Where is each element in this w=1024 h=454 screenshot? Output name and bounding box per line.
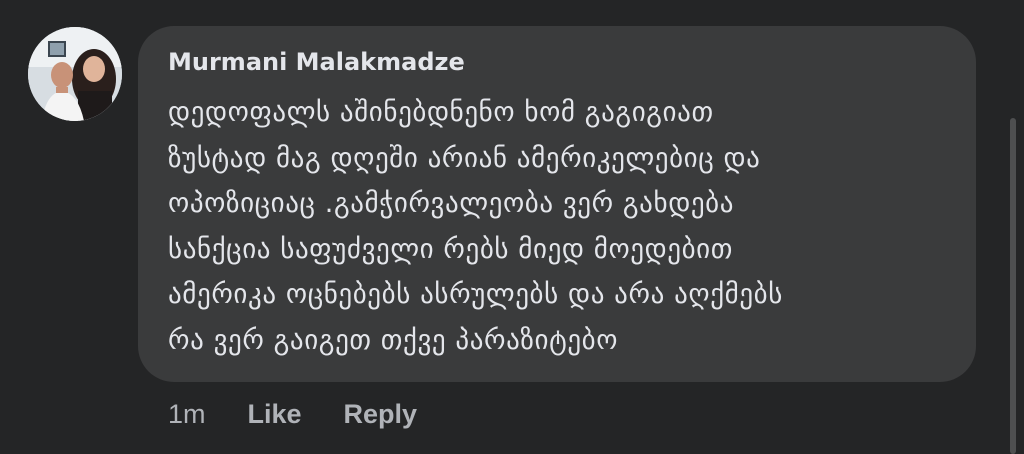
comment-actions: 1m Like Reply [168, 396, 459, 432]
comment-bubble: Murmani Malakmadze დედოფალს აშინებდნენო … [138, 26, 976, 382]
reply-button[interactable]: Reply [344, 399, 418, 430]
author-name[interactable]: Murmani Malakmadze [168, 46, 465, 78]
scrollbar[interactable] [1010, 118, 1016, 454]
avatar-photo [28, 27, 122, 121]
comment-text-line: სანქცია საფუძველი რებს მიედ მოედებით [168, 233, 733, 265]
like-button[interactable]: Like [248, 399, 302, 430]
comment-text-line: ოპოზიციაც .გამჭირვალეობა ვერ გახდება [168, 188, 735, 219]
timestamp[interactable]: 1m [168, 399, 206, 430]
comment-text-line: ზუსტად მაგ დღეში არიან ამერიკელებიც და [168, 142, 761, 174]
comment-text-line: დედოფალს აშინებდნენო ხომ გაგიგიათ [168, 97, 714, 128]
comment-text-line: რა ვერ გაიგეთ თქვე პარაზიტებო [168, 324, 619, 356]
avatar[interactable] [28, 27, 122, 121]
comment: Murmani Malakmadze დედოფალს აშინებდნენო … [0, 0, 1024, 454]
comment-text: დედოფალს აშინებდნენო ხომ გაგიგიათ ზუსტად… [168, 90, 968, 363]
comment-text-line: ამერიკა ოცნებებს ასრულებს და არა აღქმებს [168, 279, 783, 310]
